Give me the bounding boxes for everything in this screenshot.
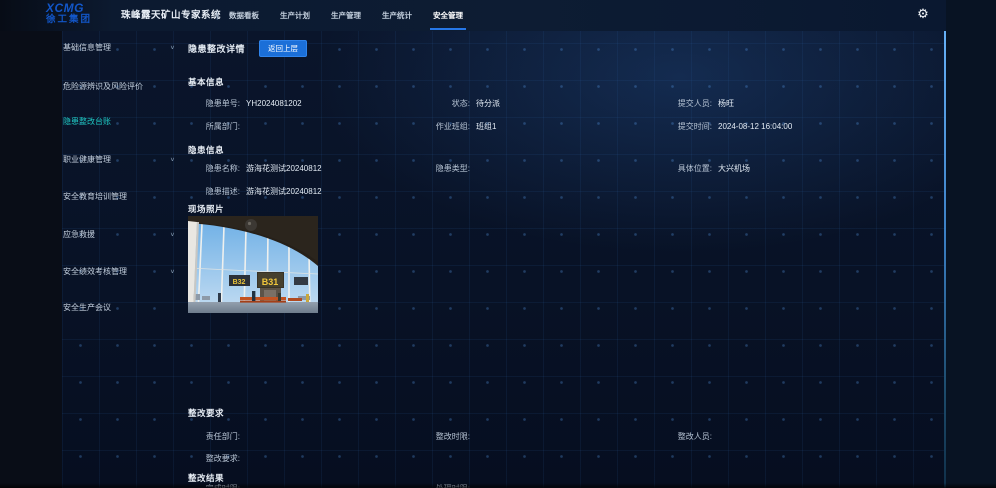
sidebar-item-safety-meeting[interactable]: 安全生产会议 <box>63 303 177 313</box>
section-title-hazard-info: 隐患信息 <box>188 144 224 156</box>
sidebar-item-label: 安全绩效考核管理 <box>63 267 127 277</box>
sidebar-item-label: 基础信息管理 <box>63 43 111 53</box>
xcmg-logo: XCMG 徐工集团 <box>46 2 92 25</box>
nav-tab-safety-mgmt[interactable]: 安全管理 <box>433 0 463 31</box>
chevron-down-icon: ∨ <box>170 44 175 52</box>
section-title-site-photo: 现场照片 <box>188 203 224 215</box>
field-label: 作业班组: <box>406 122 470 132</box>
back-to-parent-button[interactable]: 返回上层 <box>259 40 307 57</box>
sidebar-item-label: 安全生产会议 <box>63 303 111 313</box>
photo-gate-sign-b32: B32 <box>229 275 250 286</box>
section-title-rectify-requirement: 整改要求 <box>188 407 224 419</box>
nav-tab-production-plan[interactable]: 生产计划 <box>280 0 310 31</box>
section-title-basic-info: 基本信息 <box>188 76 224 88</box>
right-edge-panel <box>946 0 996 488</box>
field-value-status: 待分派 <box>476 99 636 109</box>
field-label: 隐患描述: <box>188 187 240 197</box>
field-label: 整改要求: <box>188 454 240 464</box>
chevron-down-icon: ∨ <box>170 231 175 239</box>
field-value-location: 大兴机场 <box>718 164 750 174</box>
settings-gear-icon[interactable]: ⚙ <box>914 5 932 23</box>
sidebar-item-safety-performance[interactable]: 安全绩效考核管理 ∨ <box>63 267 177 277</box>
field-label: 隐患单号: <box>188 99 240 109</box>
nav-tab-dashboard[interactable]: 数据看板 <box>229 0 259 31</box>
sidebar-item-label: 安全教育培训管理 <box>63 192 127 202</box>
top-navigation: 数据看板 生产计划 生产管理 生产统计 安全管理 <box>229 0 463 31</box>
field-label: 隐患类型: <box>406 164 470 174</box>
field-value-responsible-dept <box>246 432 406 442</box>
logo-text-xcmg: XCMG <box>46 2 92 14</box>
sidebar-item-label: 危险源辨识及风险评价 <box>63 82 143 92</box>
field-row: 所属部门: 作业班组: 班组1 提交时间: 2024-08-12 16:04:0… <box>188 122 792 132</box>
left-edge-panel <box>0 0 62 488</box>
field-value-hazard-no: YH2024081202 <box>246 99 406 109</box>
field-row: 整改要求: <box>188 454 246 464</box>
field-value-hazard-type <box>476 164 636 174</box>
bottom-edge-shade <box>0 483 996 488</box>
field-row: 责任部门: 整改时限: 整改人员: <box>188 432 718 442</box>
app-window: XCMG 徐工集团 珠峰露天矿山专家系统 | 数据看板 生产计划 生产管理 生产… <box>0 0 996 488</box>
title-nav-separator: | <box>216 0 218 31</box>
field-row: 隐患描述: 游海花测试20240812 <box>188 187 322 197</box>
page-title: 隐患整改详情 <box>188 42 245 55</box>
svg-text:B31: B31 <box>262 277 279 287</box>
chevron-down-icon: ∨ <box>170 268 175 276</box>
field-value-rectify-deadline <box>476 432 636 442</box>
field-row: 隐患单号: YH2024081202 状态: 待分派 提交人员: 杨旺 <box>188 99 734 109</box>
field-value-hazard-name: 游海花测试20240812 <box>246 164 406 174</box>
sidebar-item-hazard-identification[interactable]: 危险源辨识及风险评价 <box>63 82 185 92</box>
field-row: 隐患名称: 游海花测试20240812 隐患类型: 具体位置: 大兴机场 <box>188 164 750 174</box>
field-value-department <box>246 122 406 132</box>
field-value-work-team: 班组1 <box>476 122 636 132</box>
field-label: 具体位置: <box>636 164 712 174</box>
field-label: 状态: <box>406 99 470 109</box>
field-label: 整改时限: <box>406 432 470 442</box>
field-label: 整改人员: <box>636 432 712 442</box>
sidebar-item-occupational-health[interactable]: 职业健康管理 ∨ <box>63 155 177 165</box>
sidebar-item-safety-education[interactable]: 安全教育培训管理 <box>63 192 177 202</box>
photo-floor <box>188 302 318 313</box>
sidebar-item-basic-info-mgmt[interactable]: 基础信息管理 ∨ <box>63 43 177 53</box>
field-label: 所属部门: <box>188 122 240 132</box>
sidebar-item-label: 隐患整改台账 <box>63 117 111 127</box>
field-label: 提交人员: <box>636 99 712 109</box>
sidebar-item-emergency-rescue[interactable]: 应急救援 ∨ <box>63 230 177 240</box>
nav-tab-production-mgmt[interactable]: 生产管理 <box>331 0 361 31</box>
field-value-submit-time: 2024-08-12 16:04:00 <box>718 122 792 132</box>
sidebar-item-label: 职业健康管理 <box>63 155 111 165</box>
field-label: 提交时间: <box>636 122 712 132</box>
svg-text:B32: B32 <box>233 279 246 286</box>
sidebar-item-label: 应急救援 <box>63 230 95 240</box>
photo-dome-camera <box>245 219 257 231</box>
detail-pane: 隐患整改详情 返回上层 基本信息 隐患单号: YH2024081202 状态: … <box>188 31 938 488</box>
field-value-submitter: 杨旺 <box>718 99 734 109</box>
field-value-hazard-description: 游海花测试20240812 <box>246 187 322 197</box>
logo-text-group: 徐工集团 <box>46 15 92 25</box>
field-label: 隐患名称: <box>188 164 240 174</box>
chevron-down-icon: ∨ <box>170 156 175 164</box>
system-title: 珠峰露天矿山专家系统 <box>121 0 221 31</box>
site-photo[interactable]: B32 B31 <box>188 216 318 313</box>
field-label: 责任部门: <box>188 432 240 442</box>
top-header-bar: XCMG 徐工集团 珠峰露天矿山专家系统 | 数据看板 生产计划 生产管理 生产… <box>0 0 946 31</box>
nav-tab-production-stats[interactable]: 生产统计 <box>382 0 412 31</box>
photo-gate-sign-b31: B31 <box>257 272 284 288</box>
sidebar-item-hazard-rectification-ledger[interactable]: 隐患整改台账 <box>63 117 177 127</box>
photo-side-sign <box>294 277 308 285</box>
